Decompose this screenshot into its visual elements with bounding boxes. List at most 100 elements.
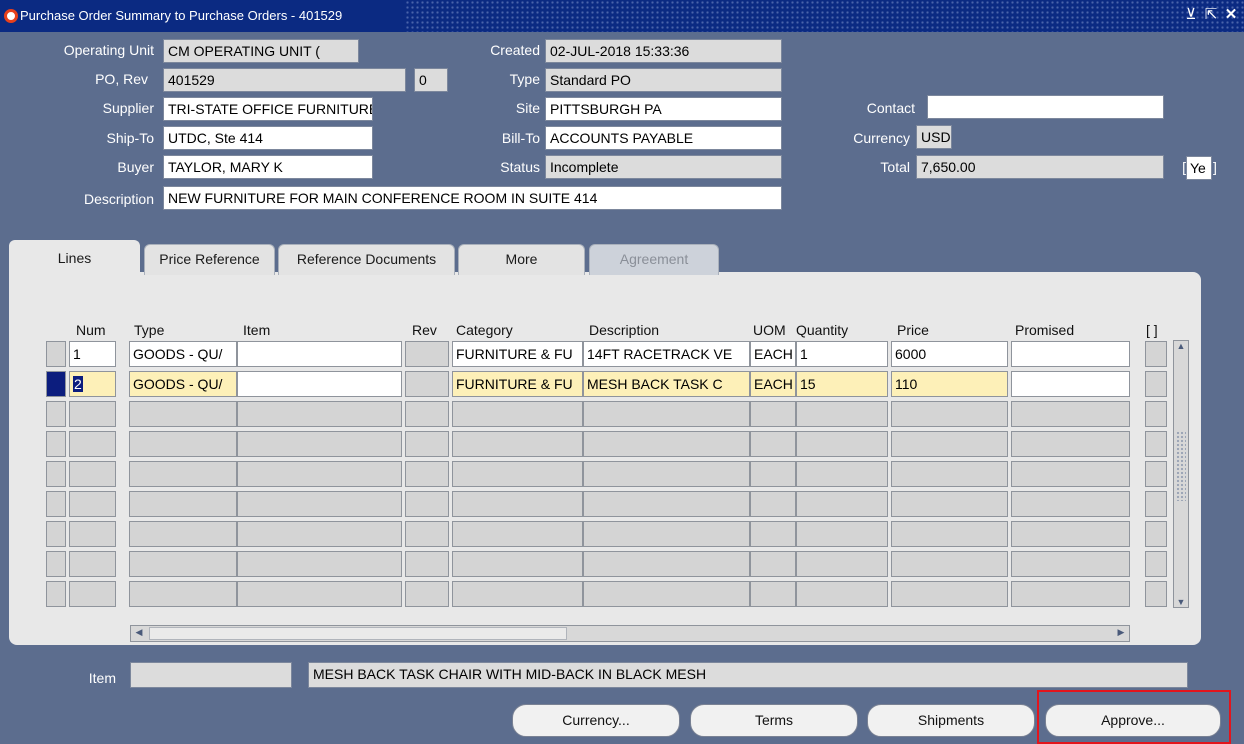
currency-field[interactable]: USD (916, 125, 952, 149)
empty-cell[interactable] (452, 401, 583, 427)
description-field[interactable]: NEW FURNITURE FOR MAIN CONFERENCE ROOM I… (163, 186, 782, 210)
cell-description[interactable]: 14FT RACETRACK VE (583, 341, 750, 367)
cell-promised[interactable] (1011, 341, 1130, 367)
empty-cell[interactable] (452, 431, 583, 457)
close-icon[interactable]: ✕ (1222, 5, 1240, 23)
site-field[interactable]: PITTSBURGH PA (545, 97, 782, 121)
empty-cell[interactable] (129, 581, 237, 607)
title-bar[interactable]: Purchase Order Summary to Purchase Order… (0, 0, 1244, 32)
empty-cell[interactable] (1011, 521, 1130, 547)
empty-cell[interactable] (69, 431, 116, 457)
cell-price[interactable]: 110 (891, 371, 1008, 397)
empty-cell[interactable] (750, 521, 796, 547)
empty-cell[interactable] (237, 431, 402, 457)
empty-cell[interactable] (1145, 581, 1167, 607)
empty-cell[interactable] (750, 551, 796, 577)
cell-rev[interactable] (405, 371, 449, 397)
empty-cell[interactable] (750, 401, 796, 427)
minimize-icon[interactable]: ⊻ (1182, 5, 1200, 23)
cell-item[interactable] (237, 371, 402, 397)
row-selector[interactable] (46, 551, 66, 577)
empty-cell[interactable] (69, 491, 116, 517)
empty-cell[interactable] (129, 431, 237, 457)
cell-flex[interactable] (1145, 371, 1167, 397)
operating-unit-field[interactable]: CM OPERATING UNIT ( (163, 39, 359, 63)
scroll-grip[interactable] (1176, 431, 1186, 501)
created-field[interactable]: 02-JUL-2018 15:33:36 (545, 39, 782, 63)
contact-field[interactable] (927, 95, 1164, 119)
empty-cell[interactable] (750, 461, 796, 487)
empty-cell[interactable] (1011, 401, 1130, 427)
empty-cell[interactable] (796, 461, 888, 487)
empty-cell[interactable] (237, 581, 402, 607)
empty-cell[interactable] (405, 401, 449, 427)
empty-cell[interactable] (129, 491, 237, 517)
empty-cell[interactable] (129, 551, 237, 577)
empty-cell[interactable] (1011, 551, 1130, 577)
empty-cell[interactable] (69, 521, 116, 547)
cell-quantity[interactable]: 1 (796, 341, 888, 367)
cell-category[interactable]: FURNITURE & FU (452, 371, 583, 397)
cell-uom[interactable]: EACH (750, 341, 796, 367)
terms-button[interactable]: Terms (690, 704, 858, 737)
empty-cell[interactable] (405, 551, 449, 577)
scroll-right-icon[interactable]: ▶ (1114, 627, 1128, 638)
empty-cell[interactable] (583, 431, 750, 457)
type-field[interactable]: Standard PO (545, 68, 782, 92)
row-selector[interactable] (46, 431, 66, 457)
row-selector[interactable] (46, 491, 66, 517)
empty-cell[interactable] (1145, 521, 1167, 547)
empty-cell[interactable] (237, 491, 402, 517)
empty-cell[interactable] (750, 431, 796, 457)
empty-cell[interactable] (796, 551, 888, 577)
total-field[interactable]: 7,650.00 (916, 155, 1164, 179)
empty-cell[interactable] (452, 521, 583, 547)
cell-type[interactable]: GOODS - QU/ (129, 371, 237, 397)
status-field[interactable]: Incomplete (545, 155, 782, 179)
empty-cell[interactable] (796, 491, 888, 517)
empty-cell[interactable] (1011, 491, 1130, 517)
empty-cell[interactable] (891, 491, 1008, 517)
tab-price-reference[interactable]: Price Reference (144, 244, 275, 275)
empty-cell[interactable] (452, 551, 583, 577)
empty-cell[interactable] (237, 461, 402, 487)
empty-cell[interactable] (129, 401, 237, 427)
tab-more[interactable]: More (458, 244, 585, 275)
empty-cell[interactable] (69, 551, 116, 577)
empty-cell[interactable] (750, 491, 796, 517)
empty-cell[interactable] (583, 521, 750, 547)
cell-uom[interactable]: EACH (750, 371, 796, 397)
vertical-scrollbar[interactable]: ▲ ▼ (1173, 340, 1189, 608)
row-selector-current[interactable] (46, 371, 66, 397)
empty-cell[interactable] (1145, 401, 1167, 427)
empty-cell[interactable] (796, 521, 888, 547)
cell-num[interactable]: 1 (69, 341, 116, 367)
po-number-field[interactable]: 401529 (163, 68, 406, 92)
empty-cell[interactable] (583, 461, 750, 487)
col-folder-toggle[interactable]: [ ] (1146, 322, 1158, 338)
empty-cell[interactable] (796, 431, 888, 457)
empty-cell[interactable] (1011, 431, 1130, 457)
empty-cell[interactable] (129, 521, 237, 547)
supplier-field[interactable]: TRI-STATE OFFICE FURNITURE (163, 97, 373, 121)
reserved-flag-field[interactable]: Ye (1186, 156, 1212, 180)
empty-cell[interactable] (891, 461, 1008, 487)
empty-cell[interactable] (891, 401, 1008, 427)
item-field[interactable] (130, 662, 292, 688)
buyer-field[interactable]: TAYLOR, MARY K (163, 155, 373, 179)
cell-category[interactable]: FURNITURE & FU (452, 341, 583, 367)
row-selector[interactable] (46, 581, 66, 607)
empty-cell[interactable] (583, 551, 750, 577)
empty-cell[interactable] (405, 431, 449, 457)
empty-cell[interactable] (796, 581, 888, 607)
empty-cell[interactable] (796, 401, 888, 427)
empty-cell[interactable] (129, 461, 237, 487)
tab-reference-documents[interactable]: Reference Documents (278, 244, 455, 275)
horizontal-scrollbar[interactable]: ◀ ▶ (130, 625, 1130, 642)
empty-cell[interactable] (405, 581, 449, 607)
empty-cell[interactable] (237, 401, 402, 427)
cell-type[interactable]: GOODS - QU/ (129, 341, 237, 367)
empty-cell[interactable] (1145, 431, 1167, 457)
ship-to-field[interactable]: UTDC, Ste 414 (163, 126, 373, 150)
empty-cell[interactable] (1011, 581, 1130, 607)
